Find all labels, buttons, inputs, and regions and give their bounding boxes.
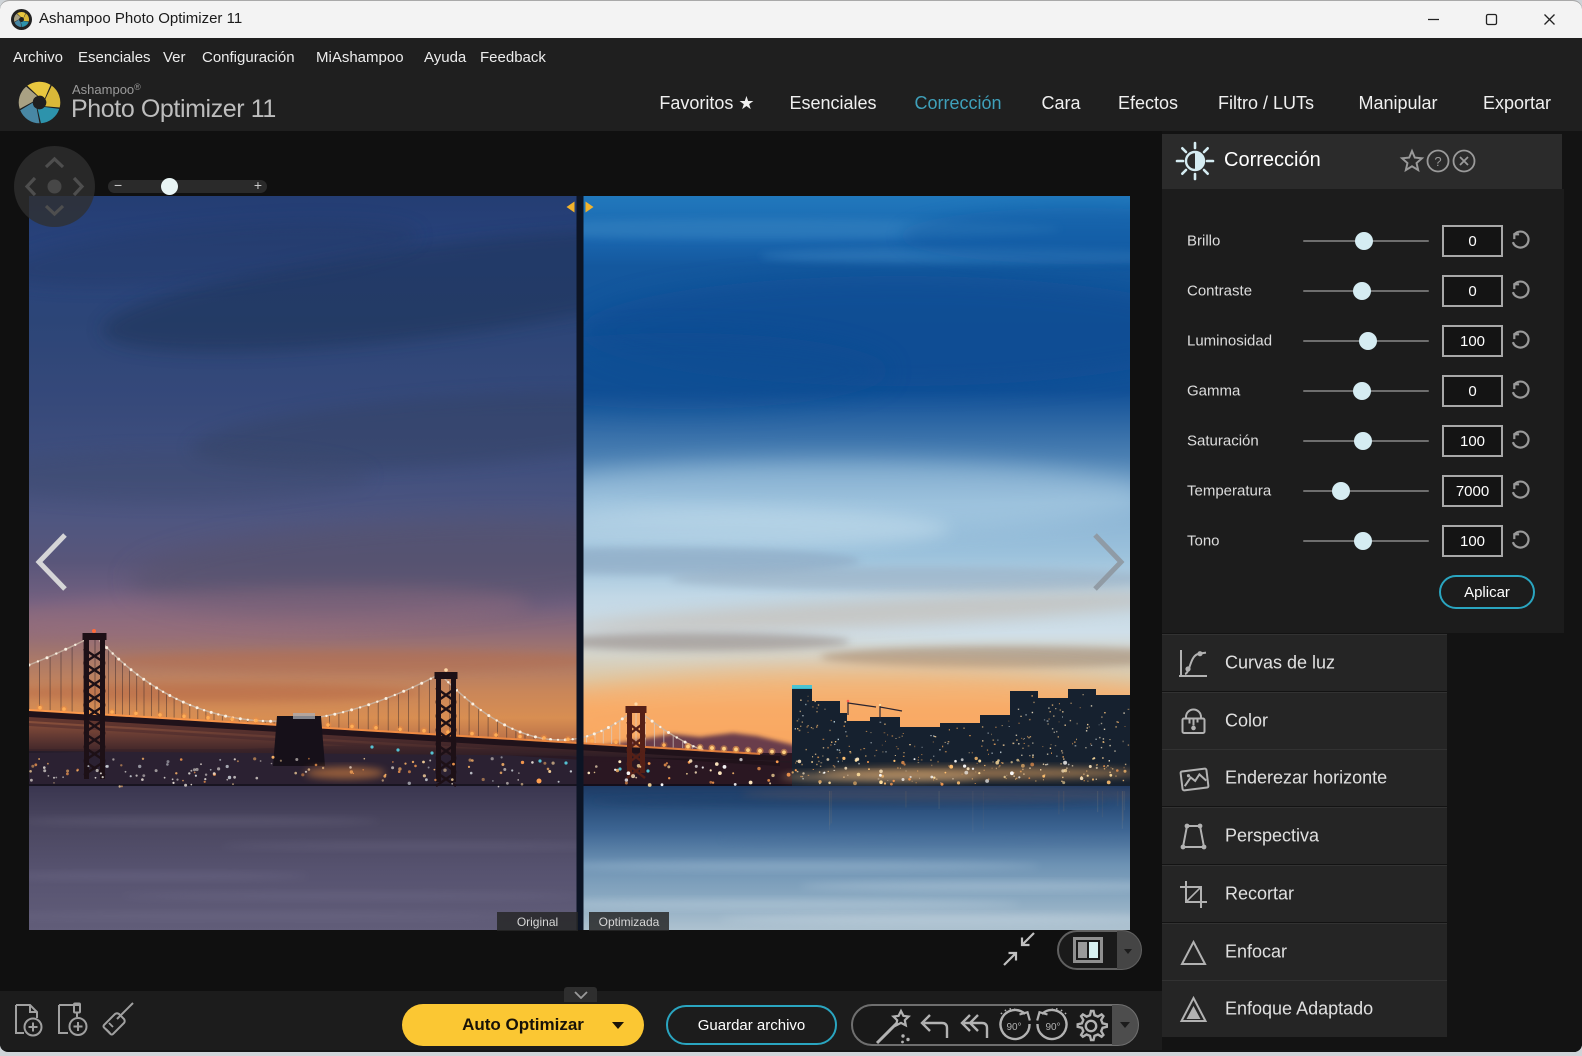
svg-text:?: ?	[1434, 154, 1441, 169]
svg-text:90°: 90°	[1006, 1022, 1021, 1033]
svg-text:90°: 90°	[1045, 1022, 1060, 1033]
